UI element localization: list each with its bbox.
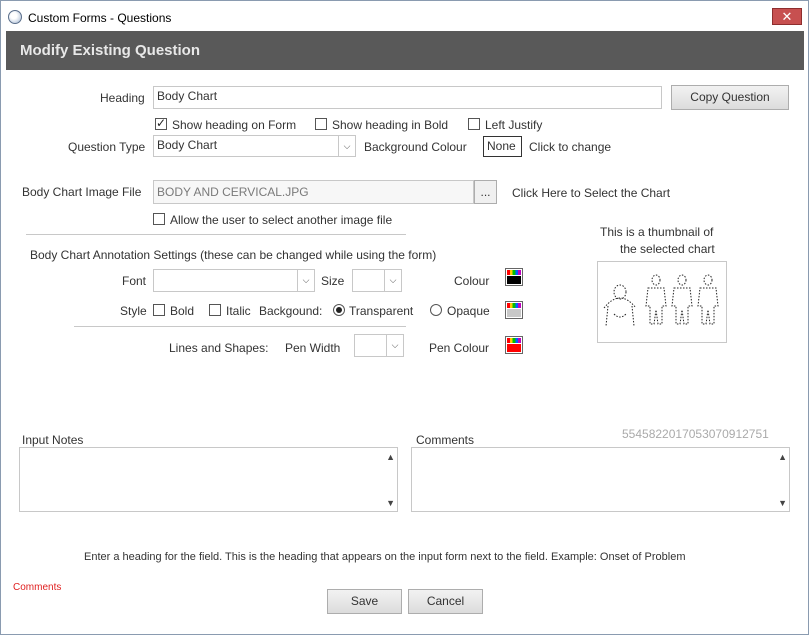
size-select[interactable]: ⌵ — [352, 269, 402, 292]
question-type-value: Body Chart — [157, 138, 218, 152]
chevron-down-icon: ⌵ — [338, 136, 355, 156]
question-type-select[interactable]: Body Chart ⌵ — [153, 135, 356, 157]
chevron-down-icon: ⌵ — [384, 270, 401, 291]
italic-checkbox[interactable] — [209, 304, 221, 316]
font-select[interactable]: ⌵ — [153, 269, 315, 292]
background-colour-label: Background Colour — [364, 140, 467, 154]
font-colour-label: Colour — [454, 274, 490, 288]
background-colour-palette-icon[interactable] — [505, 301, 523, 319]
body-chart-thumbnail-image — [603, 274, 719, 327]
title-bar: Custom Forms - Questions ✕ — [1, 1, 808, 28]
page-title: Modify Existing Question — [20, 42, 201, 59]
bold-label: Bold — [170, 304, 195, 318]
app-icon — [8, 10, 22, 24]
comments-textarea[interactable]: ▲ ▼ — [411, 447, 790, 512]
size-label: Size — [321, 274, 345, 288]
transparent-radio[interactable] — [333, 304, 345, 316]
help-text: Enter a heading for the field. This is t… — [84, 551, 686, 563]
bold-checkbox[interactable] — [153, 304, 165, 316]
thumbnail-caption-line-1: This is a thumbnail of — [600, 225, 714, 239]
heading-input[interactable]: Body Chart — [153, 86, 662, 109]
pen-colour-palette-icon[interactable] — [505, 336, 523, 354]
style-label: Style — [120, 304, 147, 318]
browse-button[interactable]: ... — [474, 180, 497, 204]
copy-question-button[interactable]: Copy Question — [671, 85, 789, 110]
show-heading-label: Show heading on Form — [172, 118, 297, 132]
allow-other-image-label: Allow the user to select another image f… — [170, 213, 393, 227]
cancel-button[interactable]: Cancel — [408, 589, 483, 614]
scroll-up-icon[interactable]: ▲ — [778, 452, 787, 462]
image-file-input[interactable]: BODY AND CERVICAL.JPG — [153, 180, 474, 204]
allow-other-image-checkbox[interactable] — [153, 213, 165, 225]
chevron-down-icon: ⌵ — [386, 335, 403, 356]
comments-link[interactable]: Comments — [13, 582, 61, 593]
scroll-up-icon[interactable]: ▲ — [386, 452, 395, 462]
close-button[interactable]: ✕ — [772, 8, 802, 25]
thumbnail-caption-line-2: the selected chart — [620, 242, 715, 256]
save-button[interactable]: Save — [327, 589, 402, 614]
input-notes-label: Input Notes — [22, 433, 84, 447]
background-label: Backgound: — [259, 304, 323, 318]
question-id-number: 5545822017053070912751 — [622, 427, 769, 441]
window-title: Custom Forms - Questions — [28, 11, 172, 25]
opaque-label: Opaque — [447, 304, 490, 318]
chart-thumbnail[interactable] — [597, 261, 727, 343]
annotation-divider — [74, 326, 406, 327]
scroll-down-icon[interactable]: ▼ — [386, 498, 395, 508]
header-banner: Modify Existing Question — [6, 31, 804, 70]
font-colour-palette-icon[interactable] — [505, 268, 523, 286]
click-to-change-label[interactable]: Click to change — [529, 140, 611, 154]
heading-label: Heading — [100, 91, 145, 105]
section-divider — [26, 234, 406, 235]
pen-width-label: Pen Width — [285, 341, 341, 355]
background-colour-box[interactable]: None — [483, 136, 522, 157]
input-notes-textarea[interactable]: ▲ ▼ — [19, 447, 398, 512]
italic-label: Italic — [226, 304, 251, 318]
transparent-label: Transparent — [349, 304, 414, 318]
scroll-down-icon[interactable]: ▼ — [778, 498, 787, 508]
show-bold-label: Show heading in Bold — [332, 118, 449, 132]
select-chart-link[interactable]: Click Here to Select the Chart — [512, 186, 670, 200]
image-file-label: Body Chart Image File — [22, 185, 142, 199]
comments-label: Comments — [416, 433, 475, 447]
annotation-settings-title: Body Chart Annotation Settings (these ca… — [30, 248, 437, 262]
lines-shapes-label: Lines and Shapes: — [169, 341, 269, 355]
left-justify-label: Left Justify — [485, 118, 543, 132]
question-type-label: Question Type — [68, 140, 146, 154]
show-heading-checkbox[interactable] — [155, 116, 167, 130]
left-justify-checkbox[interactable] — [468, 118, 480, 130]
pen-width-select[interactable]: ⌵ — [354, 334, 404, 357]
font-label: Font — [122, 274, 147, 288]
pen-colour-label: Pen Colour — [429, 341, 490, 355]
chevron-down-icon: ⌵ — [297, 270, 314, 291]
show-bold-checkbox[interactable] — [315, 118, 327, 130]
opaque-radio[interactable] — [430, 304, 442, 316]
